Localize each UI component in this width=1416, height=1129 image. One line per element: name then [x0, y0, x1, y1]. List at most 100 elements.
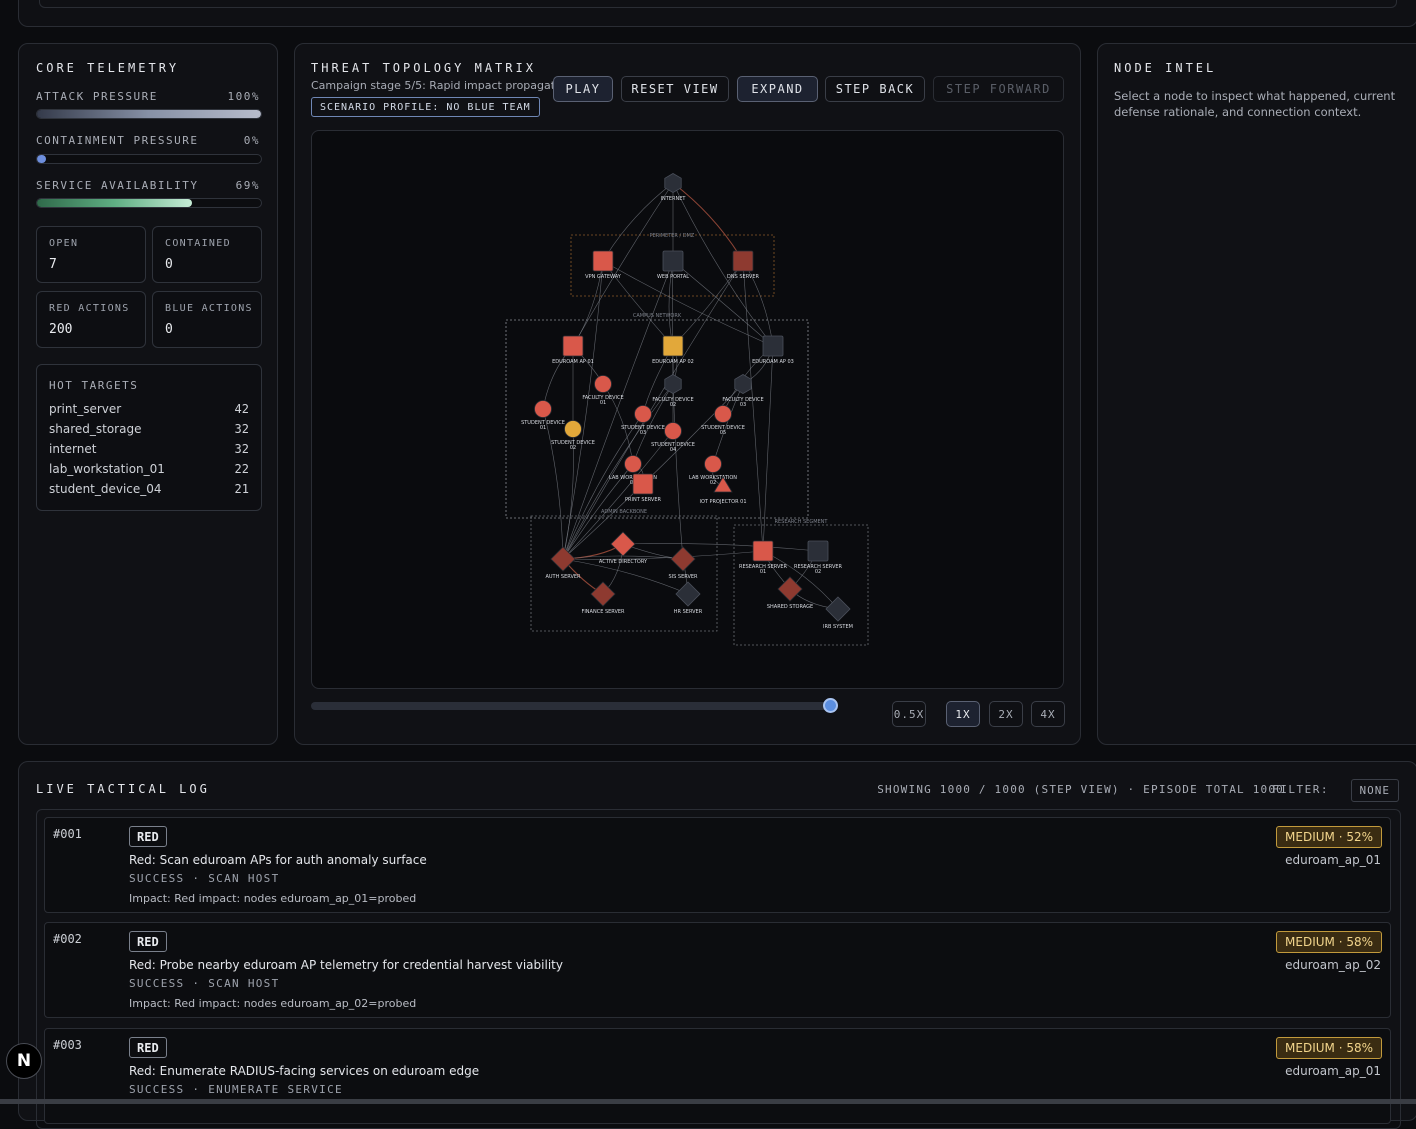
hot-target-row[interactable]: student_device_04 21: [49, 482, 249, 502]
hot-target-row[interactable]: shared_storage 32: [49, 422, 249, 442]
log-entry[interactable]: #002 RED Red: Probe nearby eduroam AP tele…: [44, 922, 1391, 1018]
topology-graph[interactable]: PERIMETER / DMZCAMPUS NETWORKADMIN BACKB…: [312, 131, 1064, 689]
log-entry-node: eduroam_ap_01: [1285, 1064, 1381, 1078]
node-label-sis_server: SIS SERVER: [669, 574, 699, 580]
node-lab_workstation_02: [704, 455, 722, 473]
severity-badge: MEDIUM · 52%: [1276, 826, 1382, 848]
log-showing-count: SHOWING 1000 / 1000 (STEP VIEW) · EPISOD…: [877, 783, 1284, 796]
play-button[interactable]: PLAY: [553, 76, 613, 102]
node-label-irb_system: IRB SYSTEM: [823, 624, 853, 630]
service-availability-label: SERVICE AVAILABILITY: [36, 179, 199, 192]
containment-pressure-bar: [36, 154, 262, 164]
top-strip: [18, 0, 1416, 27]
hot-targets-title: HOT TARGETS: [49, 379, 139, 392]
hot-target-count: 42: [234, 402, 249, 416]
node-research_server_02: [807, 540, 829, 562]
node-web_portal: [662, 250, 684, 272]
edge-faculty_device_02-lab_workstation_01: [632, 383, 674, 465]
node-label-eduroam_ap_01: EDUROAM AP 01: [552, 359, 594, 365]
topology-panel: THREAT TOPOLOGY MATRIX Campaign stage 5/…: [294, 43, 1081, 745]
severity-badge: MEDIUM · 58%: [1276, 931, 1382, 953]
log-entry-status: SUCCESS · SCAN HOST: [129, 977, 280, 990]
node-internet: [664, 173, 682, 193]
hot-target-name: lab_workstation_01: [49, 462, 165, 476]
log-entry-impact: Impact: Red impact: nodes eduroam_ap_02=…: [129, 997, 417, 1010]
stat-red-actions: RED ACTIONS 200: [36, 291, 146, 348]
log-entry-title: Red: Enumerate RADIUS-facing services on…: [129, 1064, 480, 1078]
speed-button-1x[interactable]: 1X: [946, 701, 980, 727]
speed-button-4x[interactable]: 4X: [1031, 701, 1065, 727]
hot-target-row[interactable]: internet 32: [49, 442, 249, 462]
timeline-thumb[interactable]: [823, 698, 838, 713]
reset-view-button[interactable]: RESET VIEW: [621, 76, 729, 102]
edge-internet-eduroam_ap_01: [572, 182, 674, 347]
node-print_server: [632, 473, 654, 495]
log-entry-title: Red: Probe nearby eduroam AP telemetry f…: [129, 958, 563, 972]
node-eduroam_ap_02: [662, 335, 684, 357]
edge-faculty_device_03-lab_workstation_02: [712, 383, 744, 465]
hot-target-name: internet: [49, 442, 97, 456]
node-student_device_03: [634, 405, 652, 423]
log-filter-select[interactable]: NONE: [1350, 779, 1399, 802]
node-faculty_device_01: [594, 375, 612, 393]
service-availability-fill: [37, 199, 192, 207]
logo-n-icon: N: [16, 1051, 32, 1071]
topology-canvas[interactable]: PERIMETER / DMZ CAMPUS NETWORK ADMIN BACKB…: [311, 130, 1064, 689]
node-label-faculty_device_02: FACULTY DEVICE 02: [652, 397, 693, 408]
log-entry[interactable]: #003 RED Red: Enumerate RADIUS-facing serv…: [44, 1028, 1391, 1124]
hot-target-row[interactable]: lab_workstation_01 22: [49, 462, 249, 482]
node-label-lab_workstation_02: LAB WORKSTATION 02: [689, 475, 737, 486]
expand-button[interactable]: EXPAND: [737, 76, 818, 102]
speed-button-2x[interactable]: 2X: [989, 701, 1023, 727]
speed-button-0-5x[interactable]: 0.5X: [892, 701, 926, 727]
node-label-web_portal: WEB PORTAL: [657, 274, 689, 280]
hot-target-count: 32: [234, 442, 249, 456]
stat-red-actions-value: 200: [49, 322, 73, 337]
hot-target-count: 22: [234, 462, 249, 476]
attack-pressure-label: ATTACK PRESSURE: [36, 90, 158, 103]
bottom-scrollbar[interactable]: [0, 1099, 1416, 1104]
stat-open: OPEN 7: [36, 226, 146, 283]
core-telemetry-panel: CORE TELEMETRY ATTACK PRESSURE 100% CONT…: [18, 43, 278, 745]
node-irb_system: [825, 596, 851, 622]
node-eduroam_ap_01: [562, 335, 584, 357]
node-student_device_01: [534, 400, 552, 418]
timeline-track[interactable]: [311, 702, 831, 710]
log-filter-label: FILTER:: [1272, 783, 1329, 796]
stat-contained-label: CONTAINED: [165, 238, 231, 249]
hot-target-row[interactable]: print_server 42: [49, 402, 249, 422]
node-student_device_04: [664, 422, 682, 440]
stat-blue-actions-value: 0: [165, 322, 173, 337]
log-entry[interactable]: #001 RED Red: Scan eduroam APs for auth an…: [44, 817, 1391, 913]
edge-internet-vpn_gateway: [602, 182, 674, 262]
step-back-button[interactable]: STEP BACK: [825, 76, 925, 102]
node-label-internet: INTERNET: [661, 196, 687, 202]
edge-internet-eduroam_ap_03: [672, 182, 774, 347]
severity-badge: MEDIUM · 58%: [1276, 1037, 1382, 1059]
node-label-eduroam_ap_02: EDUROAM AP 02: [652, 359, 694, 365]
attack-pressure-value: 100%: [227, 90, 260, 103]
step-forward-button[interactable]: STEP FORWARD: [933, 76, 1064, 102]
floating-logo-button[interactable]: N: [6, 1043, 42, 1079]
node-auth_server: [550, 546, 576, 572]
log-entry-title: Red: Scan eduroam APs for auth anomaly s…: [129, 853, 427, 867]
zone-label-research: RESEARCH SEGMENT: [775, 519, 829, 525]
node-label-research_server_01: RESEARCH SERVER 01: [739, 564, 788, 575]
edge-active_directory-research_server_02: [622, 543, 819, 552]
node-eduroam_ap_03: [762, 335, 784, 357]
hot-target-count: 21: [234, 482, 249, 496]
node-label-hr_server: HR SERVER: [674, 609, 703, 615]
hot-target-name: shared_storage: [49, 422, 142, 436]
team-badge: RED: [129, 826, 167, 847]
log-entry-impact: Impact: Red impact: nodes eduroam_ap_01=…: [129, 892, 417, 905]
edge-eduroam_ap_03-research_server_01: [762, 345, 774, 552]
node-shared_storage: [777, 576, 803, 602]
log-entry-status: SUCCESS · SCAN HOST: [129, 872, 280, 885]
node-label-student_device_02: STUDENT DEVICE 02: [551, 440, 595, 451]
team-badge: RED: [129, 1037, 167, 1058]
stat-open-value: 7: [49, 257, 57, 272]
node-label-dns_server: DNS SERVER: [727, 274, 759, 280]
node-intel-title: NODE INTEL: [1114, 61, 1217, 75]
node-label-student_device_03: STUDENT DEVICE 03: [621, 425, 665, 436]
core-telemetry-title: CORE TELEMETRY: [36, 61, 180, 75]
